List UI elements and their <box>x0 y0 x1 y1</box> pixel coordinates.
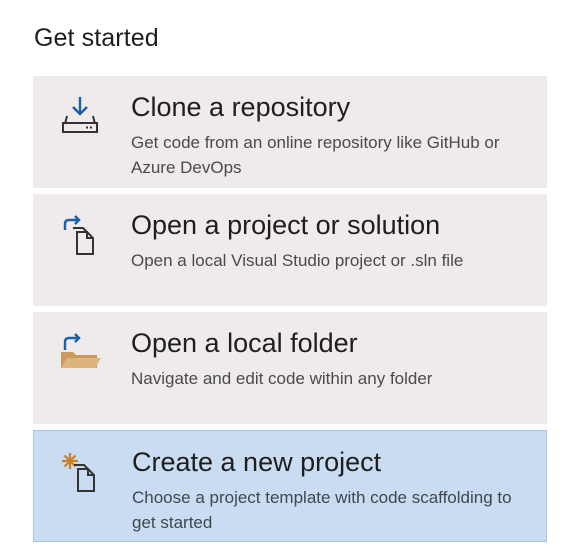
card-title: Clone a repository <box>131 92 351 122</box>
open-folder-icon <box>57 328 103 374</box>
card-title: Open a project or solution <box>131 210 441 240</box>
clone-download-icon <box>57 92 103 138</box>
card-description: Get code from an online repository like … <box>131 133 500 177</box>
new-project-icon <box>58 447 104 493</box>
clone-repository-card[interactable]: Clone a repository Get code from an onli… <box>33 76 547 188</box>
card-title: Open a local folder <box>131 328 358 358</box>
card-description: Open a local Visual Studio project or .s… <box>131 251 464 270</box>
section-title: Get started <box>34 24 159 52</box>
card-description: Navigate and edit code within any folder <box>131 369 433 388</box>
open-project-icon <box>57 210 103 256</box>
open-folder-card[interactable]: Open a local folder Navigate and edit co… <box>33 312 547 424</box>
open-project-card[interactable]: Open a project or solution Open a local … <box>33 194 547 306</box>
card-title: Create a new project <box>132 447 382 477</box>
card-description: Choose a project template with code scaf… <box>132 488 512 532</box>
get-started-panel: Get started Clone a repository Get code … <box>0 0 578 556</box>
create-project-card[interactable]: Create a new project Choose a project te… <box>33 430 547 542</box>
